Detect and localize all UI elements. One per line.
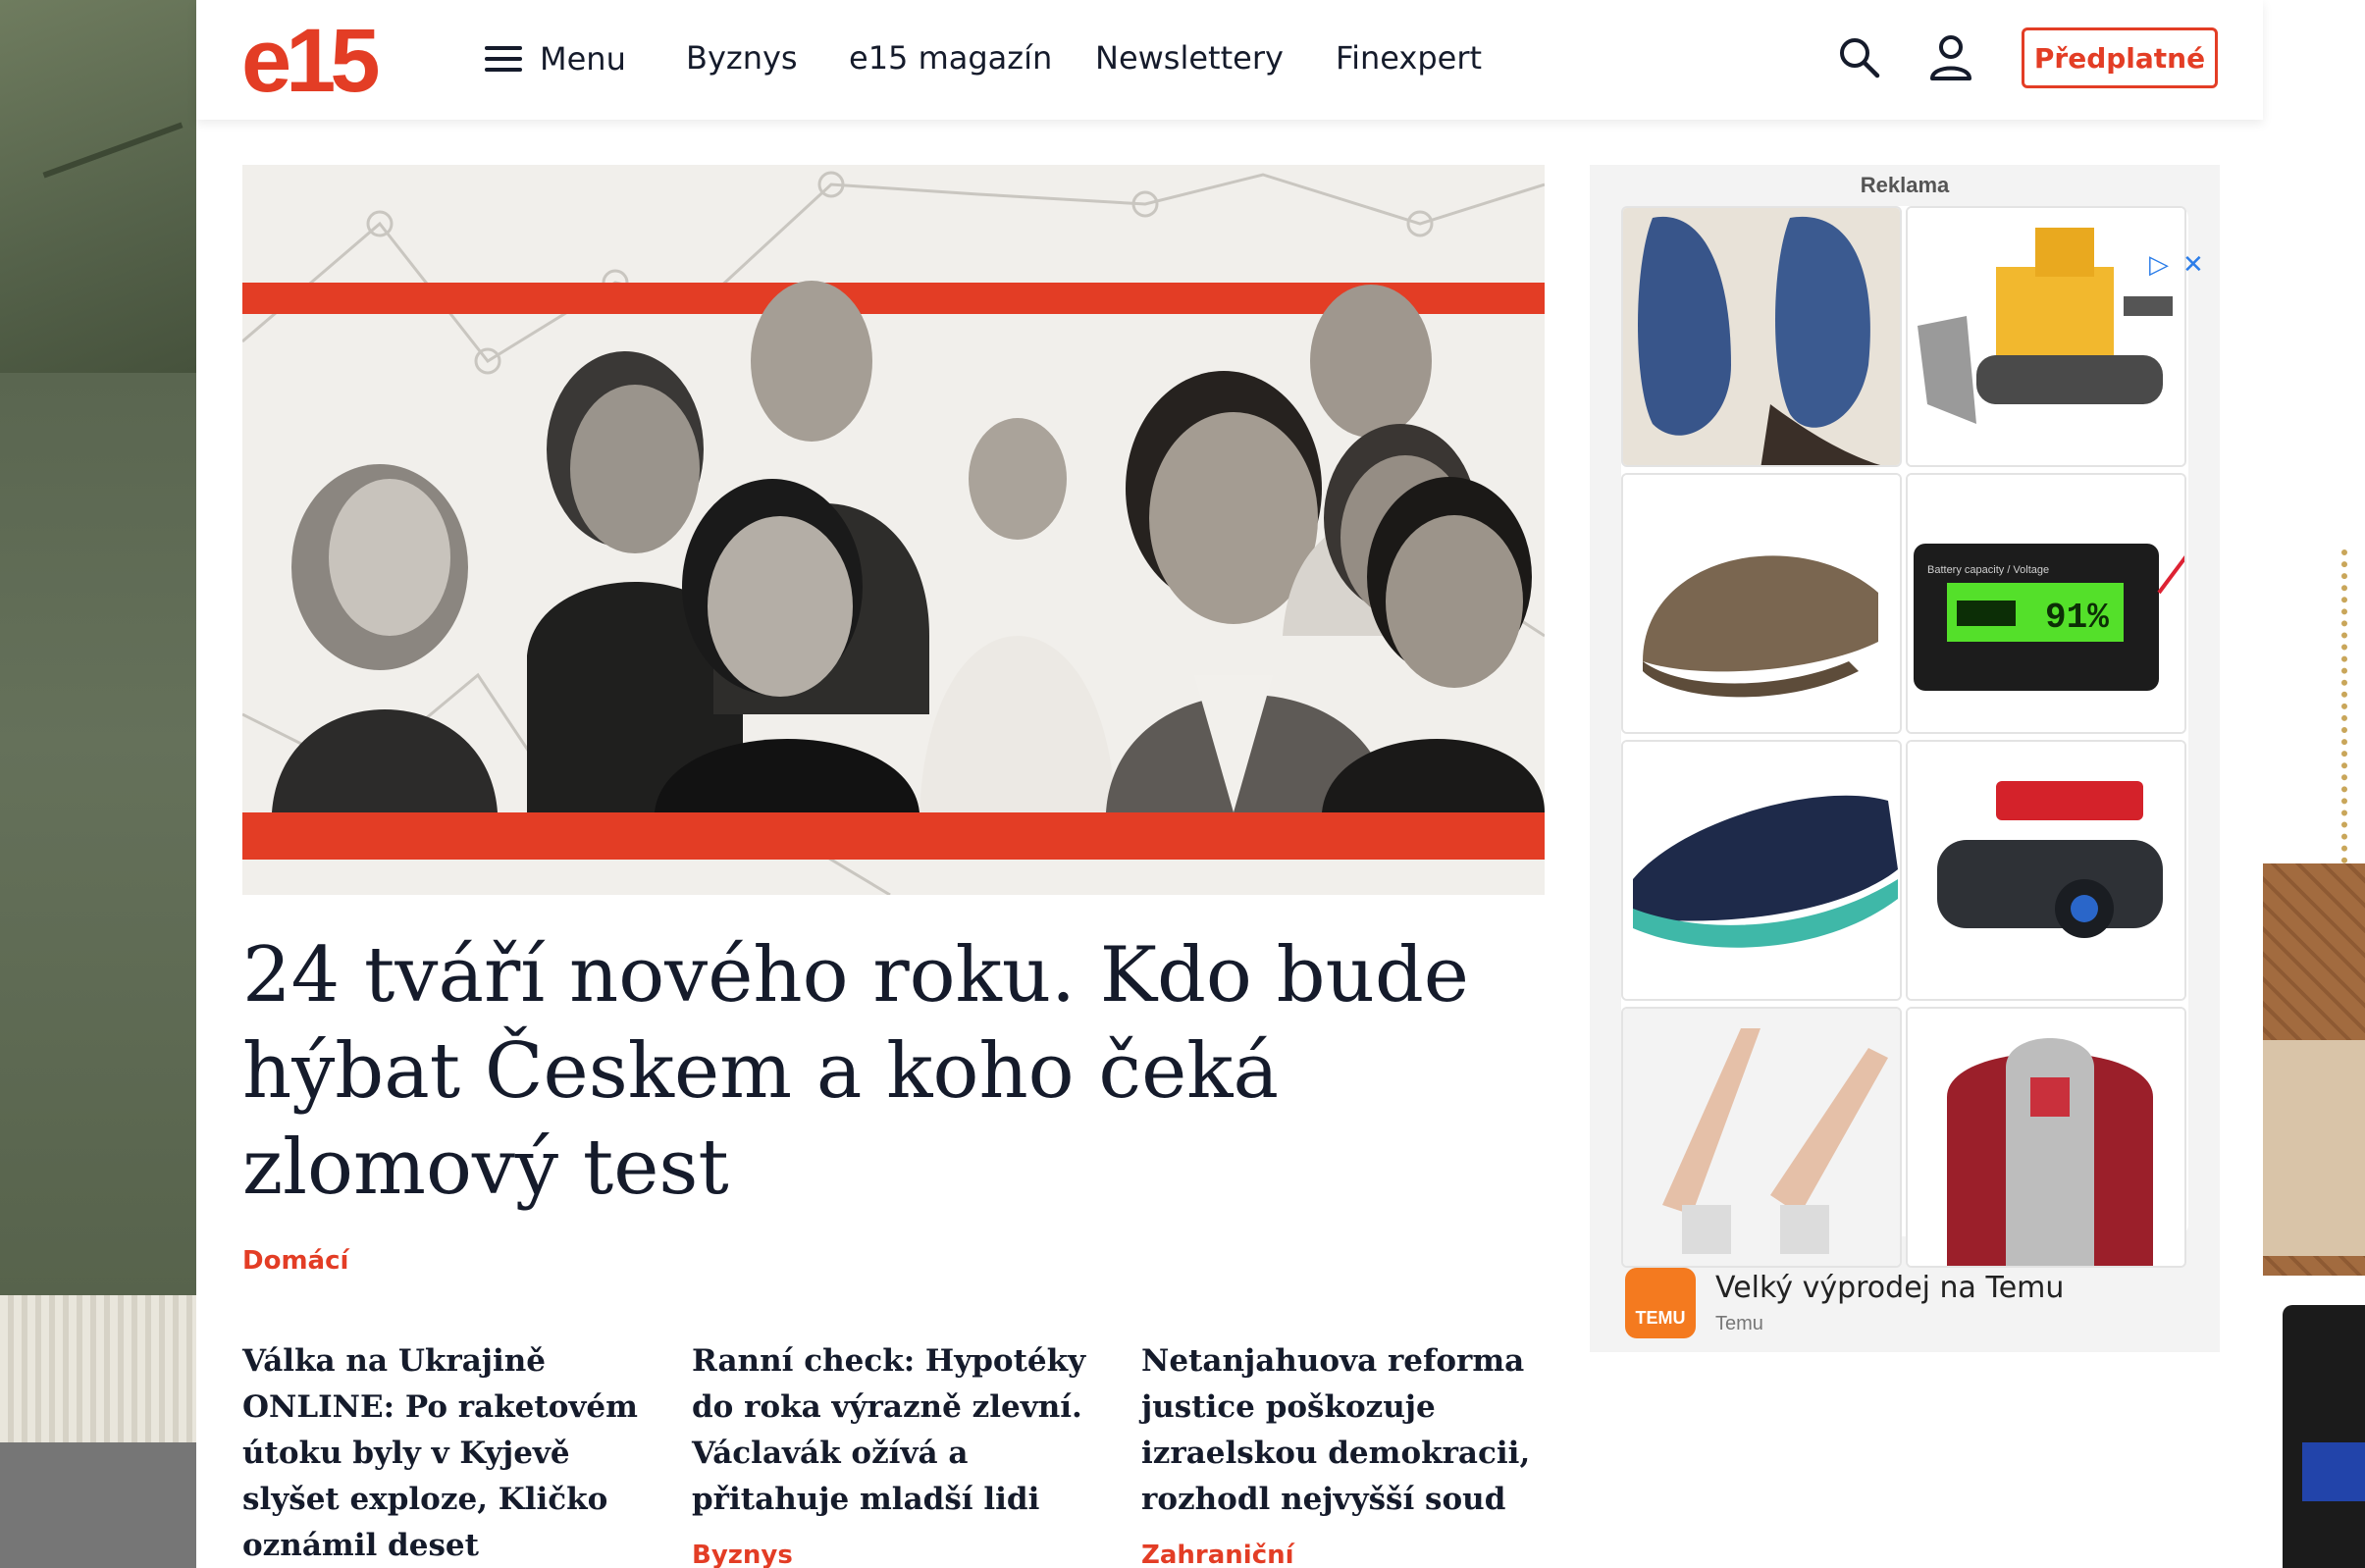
ad-product-sneakers[interactable] [1621, 206, 1902, 467]
close-icon[interactable]: ✕ [2182, 249, 2204, 280]
bulldozer-toy-icon [1908, 208, 2184, 465]
article-category[interactable]: Byznys [692, 1541, 793, 1568]
ad-source: Temu [1715, 1313, 1763, 1334]
pants-image [0, 1442, 196, 1568]
sweater-image [0, 1295, 196, 1442]
article-category[interactable]: Zahraniční [1141, 1541, 1294, 1568]
article-teaser[interactable]: Válka na Ukrajině ONLINE: Po raketovém ú… [242, 1338, 655, 1568]
device-image [2283, 1305, 2365, 1568]
menu-label: Menu [540, 40, 626, 78]
adchoices-icon[interactable]: ▷ [2149, 249, 2169, 280]
menu-button[interactable]: Menu [485, 37, 626, 80]
ad-label: Reklama [1860, 173, 1950, 197]
ad-product-barefoot-shoe[interactable] [1621, 740, 1902, 1001]
high-heels-icon [1623, 1009, 1900, 1266]
ad-sponsor[interactable]: TEMU Velký výprodej na Temu Temu [1625, 1264, 2064, 1342]
search-icon[interactable] [1837, 35, 1880, 78]
hero-category[interactable]: Domácí [242, 1246, 348, 1276]
nav-link-finexpert[interactable]: Finexpert [1336, 39, 1482, 77]
nav-link-magazin[interactable]: e15 magazín [849, 39, 1052, 77]
site-header: e15 Menu Byznys e15 magazín Newslettery … [196, 0, 2263, 120]
hero-image[interactable] [242, 165, 1545, 895]
wallpaper-ad-right[interactable] [2263, 0, 2365, 1568]
device-screen-image [2302, 1442, 2365, 1501]
user-icon[interactable] [1929, 33, 1972, 80]
article-teaser[interactable]: Ranní check: Hypotéky do roka výrazně zl… [692, 1338, 1104, 1523]
battery-meter-icon: Battery capacity / Voltage 91% [1908, 475, 2184, 732]
ad-choices[interactable]: ▷ ✕ [2149, 249, 2204, 280]
flat-cap-icon [1623, 475, 1900, 732]
ad-headline[interactable]: Velký výprodej na Temu [1715, 1271, 2064, 1305]
site-logo[interactable]: e15 [241, 16, 380, 106]
barefoot-shoe-icon [1623, 742, 1900, 999]
sidebar-ad[interactable]: Reklama ▷ ✕ Battery capacity / Voltage 9… [1590, 165, 2220, 1352]
ad-product-hoodie[interactable] [1906, 1007, 2186, 1268]
ad-product-dashcam[interactable] [1906, 740, 2186, 1001]
jacket-image [0, 0, 196, 373]
ad-product-bulldozer[interactable] [1906, 206, 2186, 467]
bag-chain-image [2341, 549, 2361, 863]
dashcam-icon [1908, 742, 2184, 999]
ad-product-cap[interactable] [1621, 473, 1902, 734]
hero-headline[interactable]: 24 tváří nového roku. Kdo bude hýbat Čes… [242, 927, 1545, 1216]
handbag-flap-image [2263, 1040, 2365, 1256]
sneakers-icon [1623, 208, 1900, 465]
nav-link-byznys[interactable]: Byznys [686, 39, 798, 77]
hoodie-icon [1908, 1009, 2184, 1266]
nav-link-newslettery[interactable]: Newslettery [1095, 39, 1284, 77]
temu-logo: TEMU [1625, 1268, 1696, 1338]
subscribe-button[interactable]: Předplatné [2022, 27, 2218, 88]
ad-product-grid[interactable]: ▷ ✕ Battery capacity / Voltage 91% [1621, 206, 2204, 1268]
ad-product-battery-meter[interactable]: Battery capacity / Voltage 91% [1906, 473, 2186, 734]
battery-value: 91% [2045, 598, 2109, 638]
wallpaper-ad-left[interactable] [0, 0, 196, 1568]
hamburger-icon [485, 46, 522, 72]
battery-caption: Battery capacity / Voltage [1927, 564, 2049, 576]
article-teaser[interactable]: Netanjahuova reforma justice poškozuje i… [1141, 1338, 1553, 1523]
ad-product-high-heels[interactable] [1621, 1007, 1902, 1268]
jacket-image-lower [0, 373, 196, 1295]
